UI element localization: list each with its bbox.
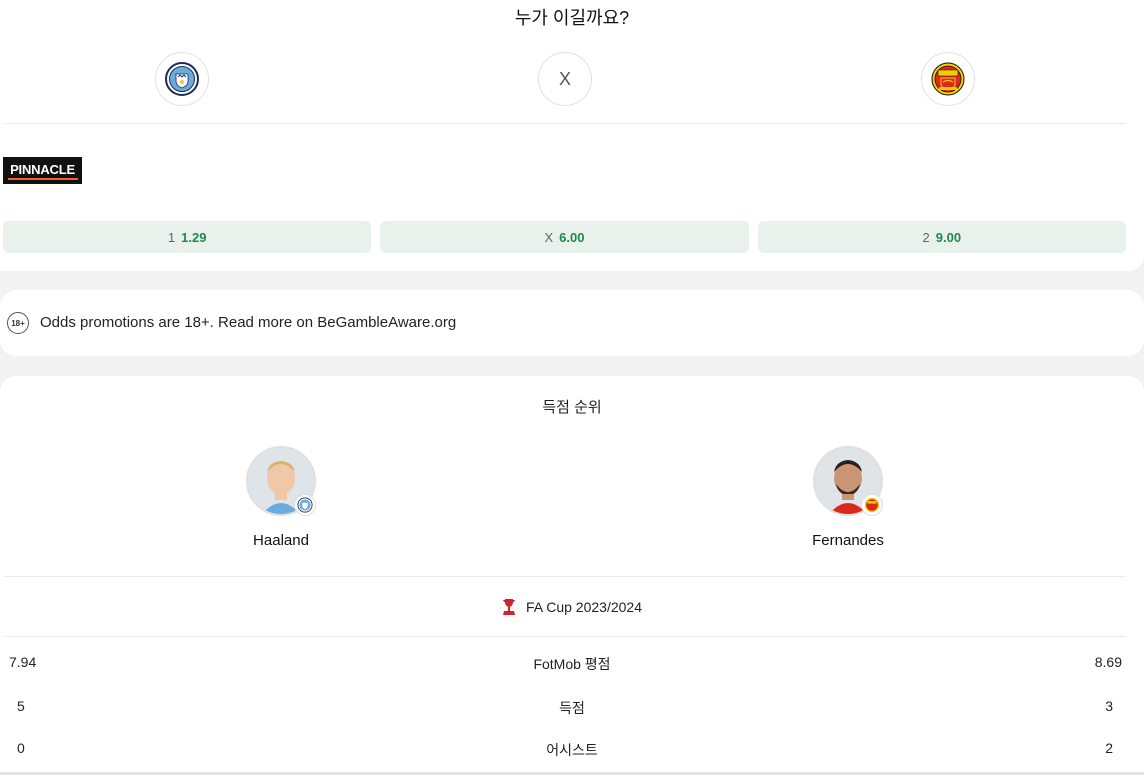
top-scorers-card: 득점 순위 Haaland Fernandes FA Cup 2023/2024… <box>0 376 1144 775</box>
section-title: 득점 순위 <box>542 399 602 416</box>
odds-outcome: 1 <box>167 229 176 245</box>
manchester-city-crest-icon <box>165 62 199 96</box>
manchester-united-crest-icon <box>931 62 965 96</box>
player-name: Fernandes <box>812 532 884 549</box>
odds-home-button[interactable]: 1 1.29 <box>3 221 372 253</box>
draw-vote-button[interactable]: X <box>538 52 592 106</box>
odds-outcome: 2 <box>922 229 930 245</box>
bookmaker-name: PINNACLE <box>10 161 75 177</box>
poll-teams: X <box>0 52 1144 106</box>
promo-text[interactable]: Odds promotions are 18+. Read more on Be… <box>40 314 456 331</box>
match-poll-card: 누가 이길까요? X PINNACLE 1 1.29 X 6.00 2 9.00 <box>0 0 1144 271</box>
odds-price: 9.00 <box>935 229 962 245</box>
promo-card: 18+ Odds promotions are 18+. Read more o… <box>0 290 1144 356</box>
stat-label: 득점 <box>559 700 585 716</box>
home-team-vote-button[interactable] <box>155 52 209 106</box>
stat-row: 7.94 FotMob 평점 8.69 <box>0 654 1144 674</box>
age-restriction-icon: 18+ <box>7 312 29 334</box>
stat-row: 5 득점 3 <box>0 698 1144 718</box>
poll-divider <box>4 123 1126 124</box>
away-team-vote-button[interactable] <box>921 52 975 106</box>
fa-cup-icon <box>503 599 515 615</box>
bookmaker-logo-underline <box>7 177 78 180</box>
player-name: Haaland <box>253 532 309 549</box>
manchester-city-crest-icon <box>297 497 313 513</box>
player-team-badge <box>861 494 883 516</box>
odds-away-button[interactable]: 2 9.00 <box>757 221 1126 253</box>
avatar <box>813 446 883 516</box>
stat-row: 0 어시스트 2 <box>0 740 1144 760</box>
draw-label: X <box>558 68 571 89</box>
manchester-united-crest-icon <box>864 497 880 513</box>
odds-price: 1.29 <box>181 229 207 245</box>
odds-row: 1 1.29 X 6.00 2 9.00 <box>3 221 1126 253</box>
away-top-scorer[interactable]: Fernandes <box>788 446 908 549</box>
away-stat-value: 8.69 <box>1094 654 1122 670</box>
odds-draw-button[interactable]: X 6.00 <box>380 221 749 253</box>
away-stat-value: 2 <box>1105 740 1113 756</box>
odds-outcome: X <box>544 229 554 245</box>
stat-label: FotMob 평점 <box>533 656 611 672</box>
poll-title: 누가 이길까요? <box>514 8 630 28</box>
scorers-divider <box>4 576 1126 577</box>
odds-price: 6.00 <box>559 229 585 245</box>
away-stat-value: 3 <box>1105 698 1113 714</box>
league-name: FA Cup 2023/2024 <box>526 599 642 615</box>
avatar <box>246 446 316 516</box>
home-top-scorer[interactable]: Haaland <box>221 446 341 549</box>
stat-label: 어시스트 <box>546 742 598 758</box>
league-row[interactable]: FA Cup 2023/2024 <box>0 596 1144 618</box>
player-team-badge <box>294 494 316 516</box>
bookmaker-logo[interactable]: PINNACLE <box>3 157 82 184</box>
league-divider <box>4 636 1126 637</box>
